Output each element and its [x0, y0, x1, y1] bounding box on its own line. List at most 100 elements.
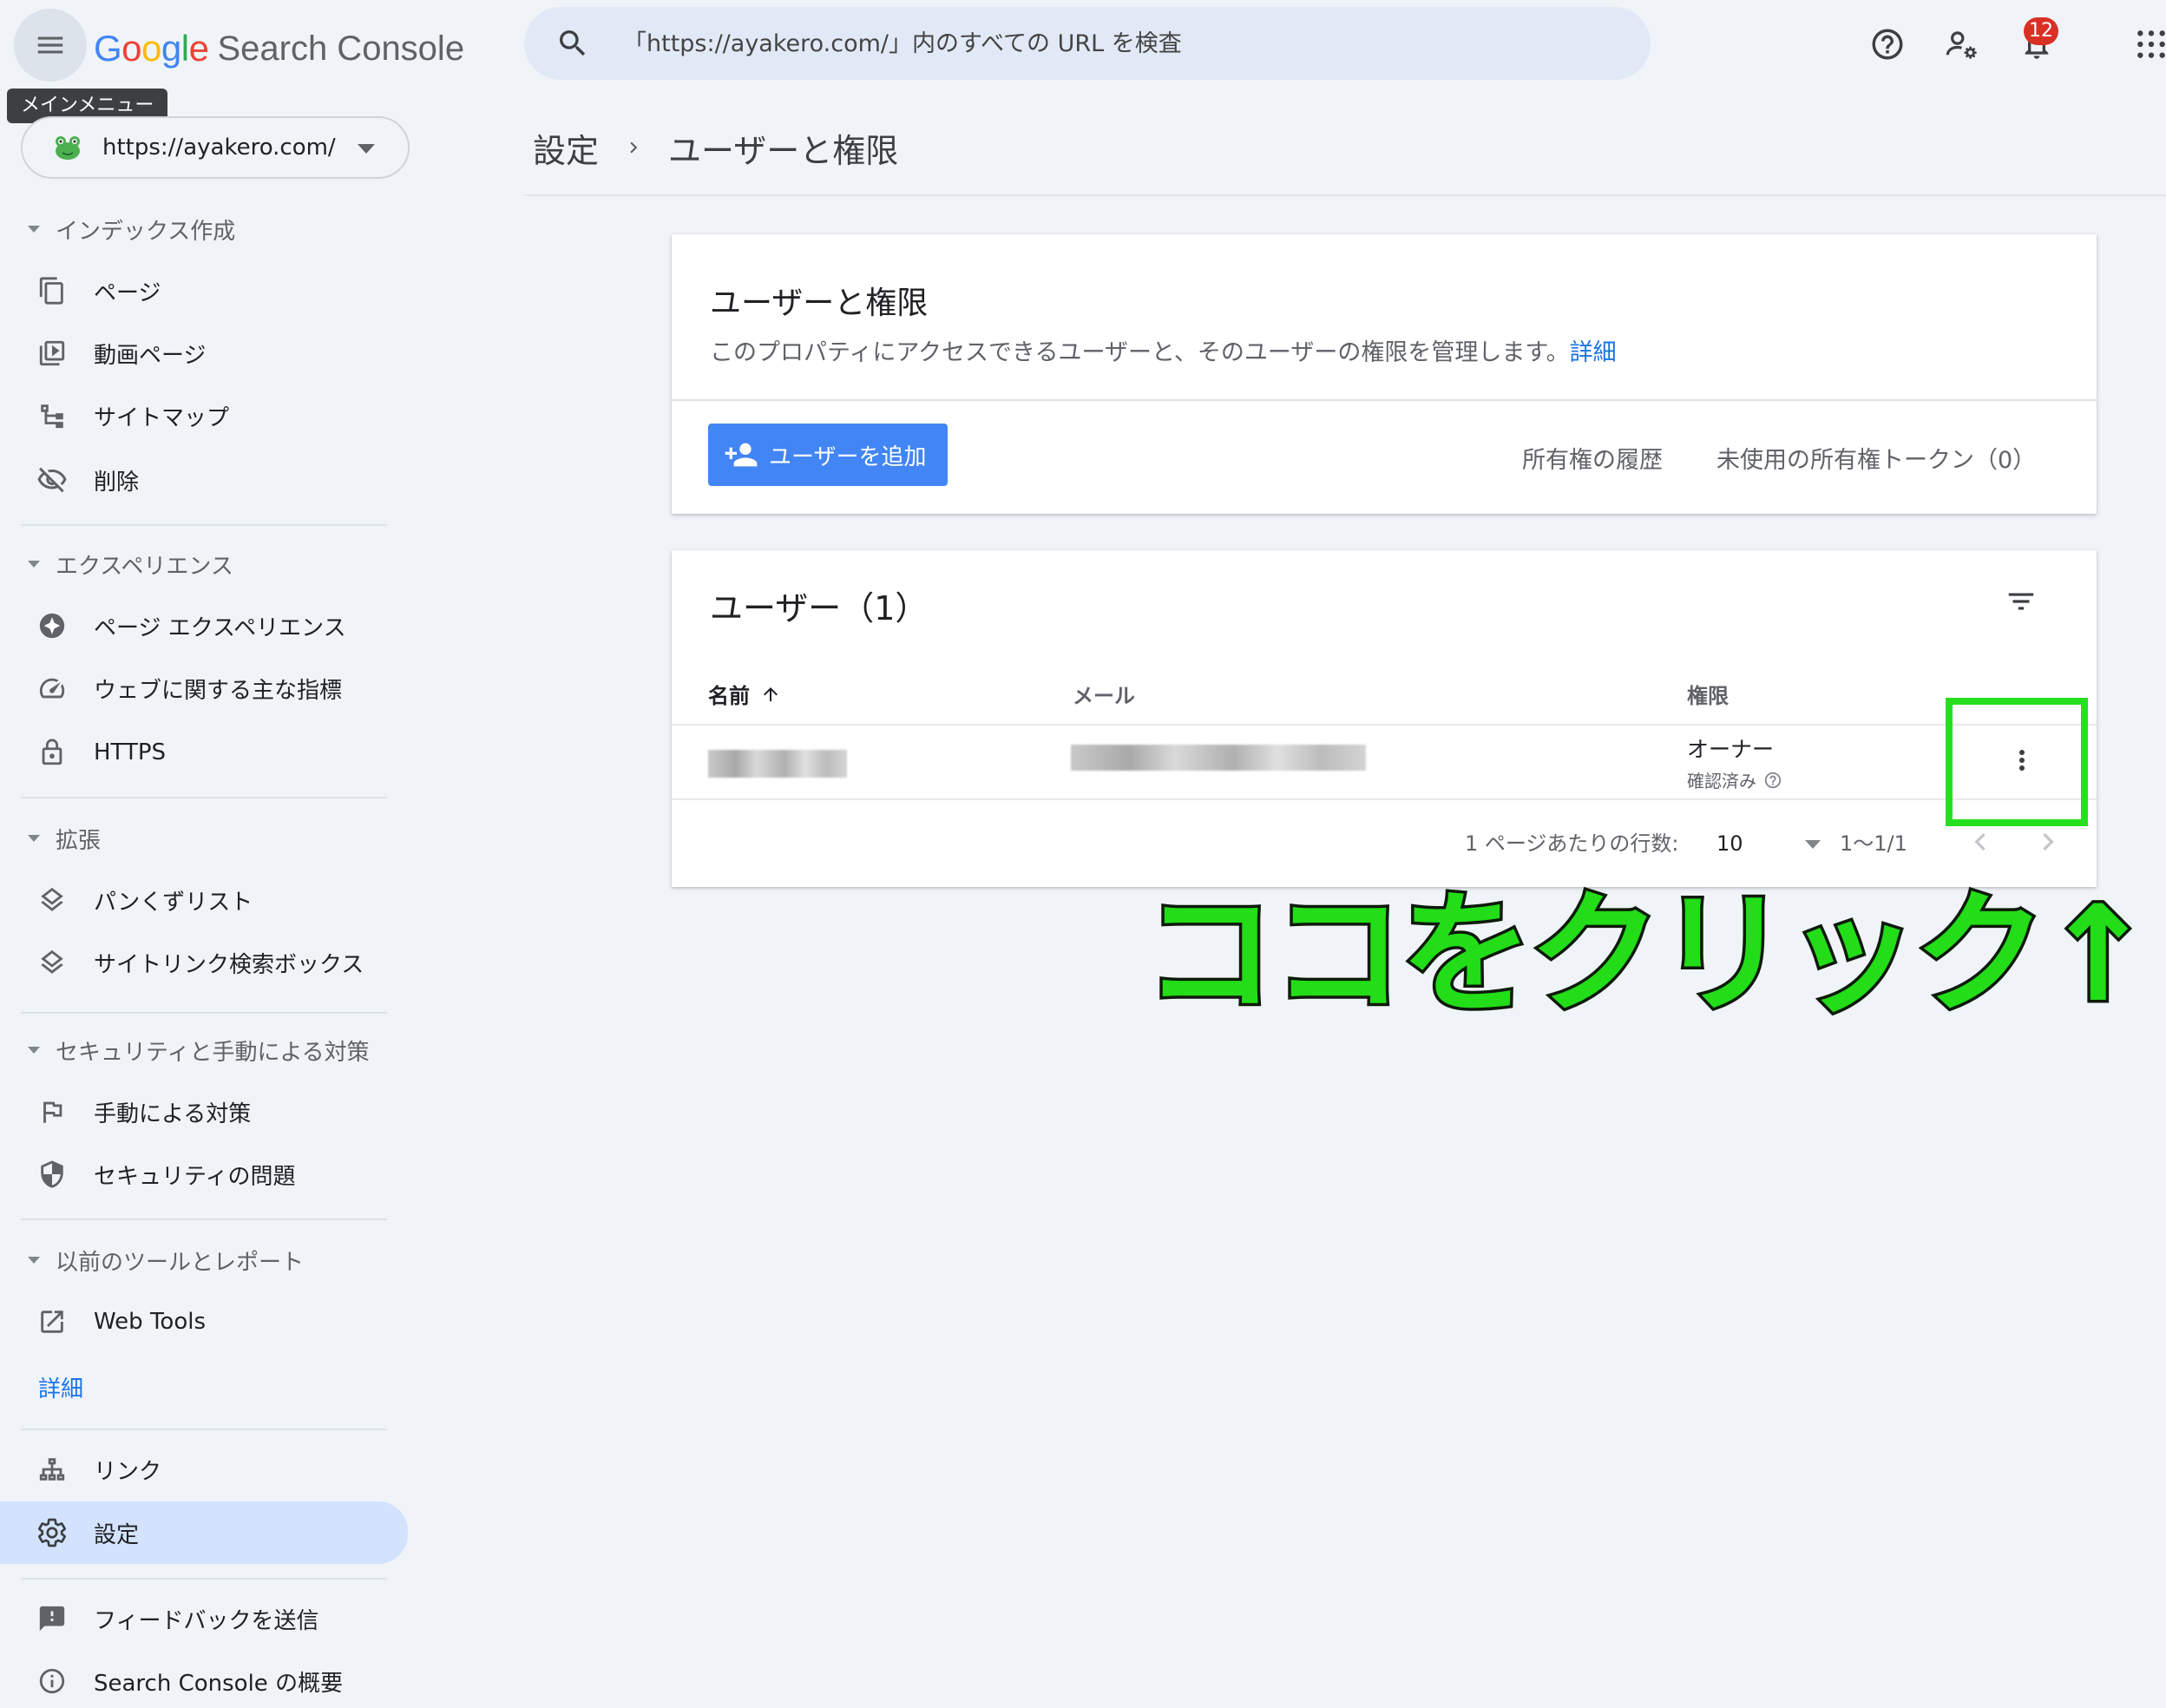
sidebar-item-label: パンくずリスト [94, 889, 253, 916]
property-selector[interactable]: https://ayakero.com/ [21, 116, 410, 179]
collapse-triangle-icon [28, 561, 40, 568]
removal-eye-off-icon [35, 463, 69, 497]
admin-settings-button[interactable] [1939, 21, 1986, 68]
breadcrumb-settings-link[interactable]: 設定 [533, 124, 599, 172]
column-header-permission: 権限 [1687, 684, 1729, 708]
column-header-name[interactable]: 名前 [708, 679, 781, 709]
page-experience-icon [35, 608, 69, 643]
notification-count-badge: 12 [2024, 17, 2058, 45]
click-here-annotation: ココをクリック↑ [1140, 875, 2156, 1035]
help-circle-icon[interactable] [1763, 771, 1782, 790]
table-row-divider [672, 798, 2097, 800]
sidebar-item-label: サイトリンク検索ボックス [94, 951, 364, 978]
filter-icon [2008, 593, 2034, 610]
chevron-down-icon [358, 144, 375, 154]
sidebar-item-https[interactable]: HTTPS [0, 724, 406, 781]
help-icon [1872, 29, 1903, 60]
sidebar-divider [21, 1012, 387, 1014]
card-description-text: このプロパティにアクセスできるユーザーと、そのユーザーの権限を管理します。 [710, 339, 1570, 366]
sidebar-item-label: ページ [94, 279, 161, 306]
info-icon [35, 1664, 69, 1698]
users-table-title: ユーザー（1） [710, 589, 929, 627]
sidebar-item-feedback[interactable]: フィードバックを送信 [0, 1590, 406, 1647]
column-header-label: 名前 [708, 684, 750, 708]
collapse-triangle-icon [28, 226, 40, 233]
sidebar-item-security-issues[interactable]: セキュリティの問題 [0, 1146, 406, 1203]
redacted-user-email [1071, 745, 1366, 771]
nav-section-experience[interactable]: エクスペリエンス [28, 547, 233, 581]
unused-ownership-tokens-button[interactable]: 未使用の所有権トークン（0） [1716, 441, 2036, 475]
sidebar-item-settings[interactable]: 設定 [0, 1501, 408, 1564]
search-input[interactable] [623, 30, 1578, 57]
add-user-button[interactable]: ユーザーを追加 [708, 424, 948, 486]
sidebar-item-web-tools[interactable]: Web Tools [0, 1293, 406, 1350]
help-button[interactable] [1864, 21, 1911, 68]
sidebar-item-breadcrumbs[interactable]: パンくずリスト [0, 871, 406, 929]
sidebar-item-video-pages[interactable]: 動画ページ [0, 325, 406, 382]
learn-more-link[interactable]: 詳細 [1570, 339, 1617, 366]
sidebar-item-about[interactable]: Search Console の概要 [0, 1652, 406, 1708]
collapse-triangle-icon [28, 1047, 40, 1054]
sidebar-item-label: 設定 [94, 1521, 140, 1548]
add-user-label: ユーザーを追加 [769, 443, 927, 470]
external-link-icon [35, 1304, 69, 1339]
video-page-icon [35, 336, 69, 371]
logo-letter: o [141, 28, 161, 69]
logo-letter: o [121, 28, 142, 69]
sidebar-divider [21, 1578, 387, 1580]
sidebar-divider [21, 1219, 387, 1220]
card-divider [672, 399, 2097, 401]
breadcrumb-current: ユーザーと権限 [668, 131, 899, 170]
sidebar-item-sitemaps[interactable]: サイトマップ [0, 387, 406, 444]
sidebar-item-label: フィードバックを送信 [94, 1607, 319, 1634]
search-console-logo[interactable]: Google Search Console [94, 24, 464, 73]
layers-icon [35, 945, 69, 980]
logo-letter: G [94, 28, 122, 69]
nav-section-indexing[interactable]: インデックス作成 [28, 212, 235, 246]
sidebar-item-label: 削除 [94, 469, 140, 496]
main-menu-button[interactable] [14, 9, 87, 82]
sidebar-item-manual-actions[interactable]: 手動による対策 [0, 1083, 406, 1140]
card-description: このプロパティにアクセスできるユーザーと、そのユーザーの権限を管理します。詳細 [710, 333, 1617, 367]
sitemap-icon [35, 398, 69, 433]
sidebar-item-core-web-vitals[interactable]: ウェブに関する主な指標 [0, 660, 406, 717]
sidebar-item-sitelinks-searchbox[interactable]: サイトリンク検索ボックス [0, 934, 406, 991]
sidebar-item-page-experience[interactable]: ページ エクスペリエンス [0, 597, 406, 654]
collapse-triangle-icon [28, 1257, 40, 1264]
card-title: ユーザーと権限 [710, 286, 929, 321]
filter-button[interactable] [1999, 580, 2043, 623]
nav-section-title: 拡張 [56, 827, 102, 854]
header-divider [524, 194, 2166, 196]
gear-icon [35, 1515, 69, 1550]
search-icon[interactable] [555, 26, 590, 61]
nav-section-security[interactable]: セキュリティと手動による対策 [28, 1033, 370, 1068]
redacted-user-name [708, 750, 847, 778]
flag-icon [35, 1094, 69, 1129]
shield-icon [35, 1157, 69, 1192]
sidebar-item-label: ウェブに関する主な指標 [94, 677, 343, 704]
links-icon [35, 1452, 69, 1487]
chevron-right-icon [621, 135, 646, 160]
sidebar-item-removals[interactable]: 削除 [0, 451, 406, 509]
sidebar-item-label: Web Tools [94, 1309, 206, 1335]
user-role: オーナー [1687, 737, 1775, 762]
nav-section-enhancements[interactable]: 拡張 [28, 821, 101, 856]
speedometer-icon [35, 671, 69, 706]
sidebar-item-pages[interactable]: ページ [0, 262, 406, 319]
apps-button[interactable] [2128, 21, 2166, 68]
sidebar-item-label: セキュリティの問題 [94, 1163, 296, 1190]
logo-letter: l [180, 28, 189, 69]
collapse-triangle-icon [28, 835, 40, 842]
layers-icon [35, 883, 69, 917]
apps-grid-icon [2137, 30, 2165, 58]
admin-settings-icon [1946, 31, 1977, 59]
nav-section-legacy-tools[interactable]: 以前のツールとレポート [28, 1243, 304, 1278]
sidebar-more-link[interactable]: 詳細 [38, 1371, 83, 1403]
property-url: https://ayakero.com/ [102, 135, 336, 161]
sidebar-item-label: リンク [94, 1458, 162, 1485]
sidebar-item-links[interactable]: リンク [0, 1441, 406, 1498]
sidebar-item-label: Search Console の概要 [94, 1670, 344, 1697]
ownership-history-button[interactable]: 所有権の履歴 [1522, 441, 1663, 475]
url-inspection-search-bar[interactable] [524, 7, 1651, 80]
column-header-email: メール [1073, 684, 1135, 708]
